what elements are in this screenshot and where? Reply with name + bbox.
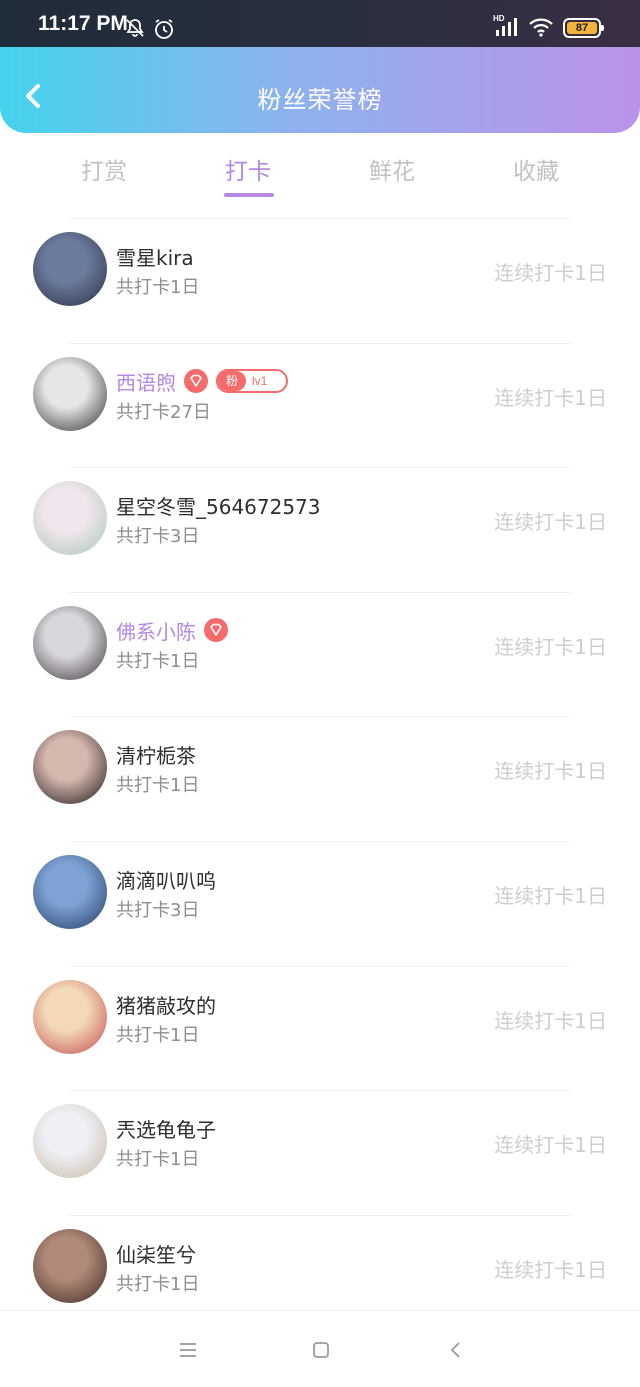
fan-badge-label: 粉 <box>218 370 246 391</box>
list-item[interactable]: 兲选龟龟子共打卡1日 连续打卡1日 <box>0 1090 640 1215</box>
row-divider <box>70 591 570 593</box>
row-divider <box>70 218 570 219</box>
user-name: 猪猪敲攻的 <box>116 993 216 1018</box>
menu-icon[interactable] <box>178 1341 198 1363</box>
list-item[interactable]: 清柠栀茶共打卡1日 连续打卡1日 <box>0 716 640 841</box>
total-checkins: 共打卡1日 <box>116 1024 200 1046</box>
page-title: 粉丝荣誉榜 <box>257 86 383 114</box>
battery-icon: 87 <box>563 18 604 38</box>
user-name: 兲选龟龟子 <box>116 1118 216 1143</box>
tab-reward[interactable]: 打赏 <box>54 152 154 186</box>
total-checkins: 共打卡27日 <box>116 401 211 423</box>
tab-flowers[interactable]: 鲜花 <box>342 152 442 186</box>
list-item[interactable]: 猪猪敲攻的共打卡1日 连续打卡1日 <box>0 965 640 1091</box>
row-divider <box>70 841 570 842</box>
streak-label: 连续打卡1日 <box>494 884 607 908</box>
tab-checkin[interactable]: 打卡 <box>198 152 298 186</box>
total-checkins: 共打卡1日 <box>116 277 200 298</box>
avatar[interactable] <box>33 605 107 680</box>
nav-back-icon[interactable] <box>448 1340 462 1364</box>
avatar[interactable] <box>33 232 107 306</box>
list-item[interactable]: 西语煦共打卡27日 连续打卡1日 粉 lv1 <box>0 342 640 468</box>
active-tab-indicator <box>224 193 274 197</box>
header-bar: 11:17 PM HD 87 粉丝荣誉榜 <box>0 0 640 133</box>
streak-label: 连续打卡1日 <box>494 634 607 659</box>
streak-label: 连续打卡1日 <box>494 510 607 535</box>
row-divider <box>70 342 570 344</box>
list-item[interactable]: 滴滴叭叭呜共打卡3日 连续打卡1日 <box>0 841 640 966</box>
row-divider <box>70 1214 570 1216</box>
user-name: 仙柒笙兮 <box>116 1242 196 1267</box>
avatar[interactable] <box>33 1104 107 1179</box>
bell-mute-icon <box>124 17 146 43</box>
user-name: 星空冬雪_564672573 <box>116 495 321 520</box>
total-checkins: 共打卡3日 <box>116 526 200 548</box>
avatar[interactable] <box>33 979 107 1054</box>
status-bar: 11:17 PM HD 87 <box>0 0 640 47</box>
row-divider <box>70 965 570 967</box>
total-checkins: 共打卡3日 <box>116 900 200 921</box>
streak-label: 连续打卡1日 <box>494 1133 607 1158</box>
row-divider <box>70 1090 570 1092</box>
avatar[interactable] <box>33 356 107 431</box>
signal-icon <box>494 16 520 42</box>
tab-favorites[interactable]: 收藏 <box>486 152 586 186</box>
total-checkins: 共打卡1日 <box>116 1273 200 1295</box>
alarm-icon <box>152 17 176 45</box>
avatar[interactable] <box>33 730 107 805</box>
user-name: 清柠栀茶 <box>116 744 196 769</box>
user-name: 佛系小陈 <box>116 619 196 644</box>
streak-label: 连续打卡1日 <box>494 1008 607 1033</box>
total-checkins: 共打卡1日 <box>116 650 200 672</box>
list-item[interactable]: 佛系小陈共打卡1日 连续打卡1日 <box>0 591 640 717</box>
streak-label: 连续打卡1日 <box>494 261 607 285</box>
wifi-icon <box>528 16 554 42</box>
avatar[interactable] <box>33 481 107 556</box>
list-item[interactable]: 雪星kira 共打卡1日 连续打卡1日 <box>0 218 640 343</box>
user-name: 西语煦 <box>116 370 176 395</box>
row-divider <box>70 716 570 718</box>
list-item[interactable]: 星空冬雪_564672573 共打卡3日 连续打卡1日 <box>0 467 640 592</box>
row-divider <box>70 467 570 469</box>
fan-level-badge: 粉 lv1 <box>216 368 288 393</box>
diamond-badge-icon <box>184 368 208 393</box>
tab-bar: 打赏 打卡 鲜花 收藏 <box>0 140 640 202</box>
system-nav-bar <box>0 1310 640 1387</box>
streak-label: 连续打卡1日 <box>494 1257 607 1282</box>
streak-label: 连续打卡1日 <box>494 385 607 410</box>
user-name: 雪星kira <box>116 246 194 270</box>
battery-level: 87 <box>567 22 597 34</box>
avatar[interactable] <box>33 1228 107 1303</box>
streak-label: 连续打卡1日 <box>494 759 607 784</box>
diamond-badge-icon <box>204 617 228 642</box>
total-checkins: 共打卡1日 <box>116 775 200 797</box>
fan-badge-level: lv1 <box>252 373 268 388</box>
status-time: 11:17 PM <box>38 12 128 35</box>
home-square-icon[interactable] <box>312 1341 330 1363</box>
user-name: 滴滴叭叭呜 <box>116 869 216 893</box>
total-checkins: 共打卡1日 <box>116 1149 200 1171</box>
avatar[interactable] <box>33 855 107 929</box>
